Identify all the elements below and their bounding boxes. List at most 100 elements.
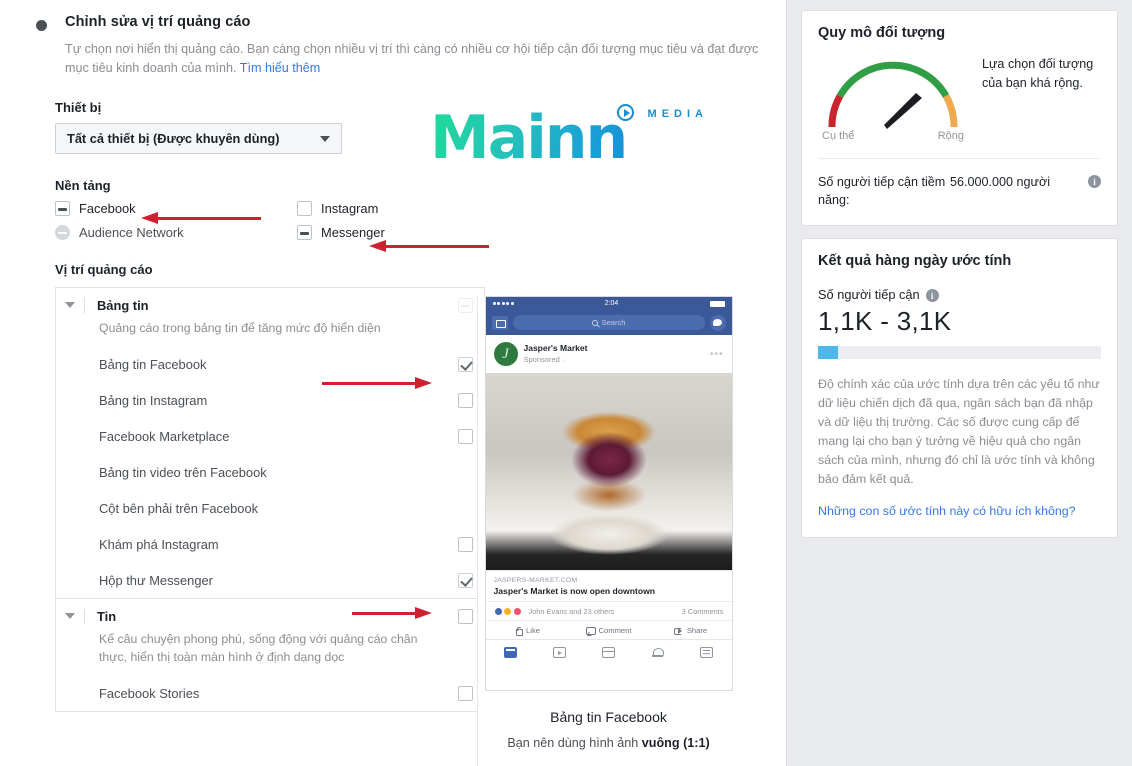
phone-nav-bar: Search: [485, 310, 732, 335]
estimates-feedback-link[interactable]: Những con số ước tính này có hữu ích khô…: [818, 502, 1101, 521]
divider: [84, 297, 85, 313]
device-select[interactable]: Tất cả thiết bị (Được khuyên dùng): [55, 123, 342, 154]
search-icon: [591, 319, 598, 326]
annotation-arrow-messenger: [369, 240, 489, 252]
hamburger-menu-icon: [700, 647, 714, 658]
placement-group-desc-feeds: Quảng cáo trong bảng tin để tăng mức độ …: [99, 321, 381, 335]
checkbox-facebook-feed[interactable]: [458, 356, 473, 372]
estimates-disclaimer: Độ chính xác của ước tính dựa trên các y…: [818, 377, 1100, 486]
caret-down-icon[interactable]: [65, 302, 75, 308]
avatar: [493, 342, 518, 366]
checkbox-group-stories[interactable]: [458, 608, 473, 624]
page-title: Chỉnh sửa vị trí quảng cáo: [65, 14, 251, 30]
like-reaction-icon: [493, 607, 503, 616]
like-button[interactable]: Like: [486, 626, 568, 636]
share-button[interactable]: Share: [650, 626, 732, 635]
comment-count[interactable]: 3 Comments: [682, 607, 724, 616]
placement-row-messenger-inbox[interactable]: Hộp thư Messenger: [56, 562, 484, 598]
checkbox-messenger[interactable]: [297, 225, 312, 240]
reach-metric-label: Số người tiếp cận: [818, 287, 920, 302]
platform-item-messenger[interactable]: Messenger: [297, 225, 764, 240]
tab-watch[interactable]: [535, 647, 584, 658]
search-input[interactable]: Search: [512, 315, 705, 330]
placement-row-marketplace[interactable]: Facebook Marketplace: [56, 418, 484, 454]
chevron-down-icon: [320, 135, 330, 142]
audience-note: Lựa chọn đối tượng của bạn khá rộng.: [982, 57, 1094, 90]
checkbox-facebook[interactable]: [55, 201, 70, 216]
placement-group-feeds: Bảng tin Quảng cáo trong bảng tin để tăn…: [55, 287, 485, 598]
tab-notifications[interactable]: [633, 647, 682, 659]
camera-icon[interactable]: [491, 315, 508, 330]
platform-label-messenger: Messenger: [321, 225, 385, 240]
info-icon[interactable]: i: [1088, 175, 1101, 188]
platform-checkbox-grid: Facebook Instagram Audience Network Mess…: [55, 201, 764, 240]
checkbox-instagram[interactable]: [297, 201, 312, 216]
haha-reaction-icon: [503, 607, 512, 616]
device-select-value: Tất cả thiết bị (Được khuyên dùng): [67, 131, 280, 146]
platform-item-instagram[interactable]: Instagram: [297, 201, 764, 216]
phone-tab-bar: [485, 639, 732, 665]
reactions-row: John Evans and 23 others 3 Comments: [485, 601, 732, 620]
section-header: Chỉnh sửa vị trí quảng cáo: [22, 14, 764, 31]
potential-reach-value: 56.000.000 người: [950, 175, 1051, 189]
daily-results-title: Kết quả hàng ngày ước tính: [818, 253, 1012, 269]
edit-placements-radio[interactable]: [36, 20, 47, 31]
reach-metric-label-row: Số người tiếp cận i: [818, 287, 1101, 302]
checkbox-instagram-explore[interactable]: [458, 536, 473, 552]
post-sponsored-label: Sponsored ·: [523, 355, 565, 364]
placement-row-right-column[interactable]: Cột bên phải trên Facebook: [56, 490, 484, 526]
battery-icon: [709, 300, 725, 307]
placement-group-title-feeds: Bảng tin: [97, 297, 149, 313]
checkbox-group-feeds[interactable]: [458, 297, 473, 313]
placement-group-stories: Tin Kể câu chuyện phong phú, sống động v…: [55, 598, 485, 712]
reach-meter-fill: [818, 346, 838, 359]
placement-list: Bảng tin Quảng cáo trong bảng tin để tăn…: [55, 287, 485, 712]
post-page-name: Jasper's Market: [523, 343, 588, 353]
tab-menu[interactable]: [682, 647, 731, 658]
placement-group-header-feeds[interactable]: Bảng tin: [56, 288, 484, 322]
link-preview-card[interactable]: JASPERS-MARKET.COM Jasper's Market is no…: [485, 570, 732, 601]
placement-row-instagram-explore[interactable]: Khám phá Instagram: [56, 526, 484, 562]
platform-item-audience-network[interactable]: Audience Network: [55, 225, 297, 240]
more-options-icon[interactable]: •••: [710, 349, 724, 360]
screenshot-root: Chỉnh sửa vị trí quảng cáo Tự chọn nơi h…: [0, 0, 1132, 766]
placement-row-facebook-stories[interactable]: Facebook Stories: [56, 675, 484, 711]
reaction-names[interactable]: John Evans and 23 others: [529, 607, 615, 616]
tab-news-feed[interactable]: [486, 647, 535, 658]
placement-label-instagram-explore: Khám phá Instagram: [99, 536, 219, 552]
placement-label-instagram-feed: Bảng tin Instagram: [99, 392, 208, 408]
marketplace-icon: [602, 647, 615, 658]
placement-group-header-stories[interactable]: Tin: [56, 599, 484, 633]
post-identity: Jasper's Market Sponsored ·: [524, 343, 588, 365]
placement-row-video-feed[interactable]: Bảng tin video trên Facebook: [56, 454, 484, 490]
placement-row-instagram-feed[interactable]: Bảng tin Instagram: [56, 382, 484, 418]
checkbox-messenger-inbox[interactable]: [458, 572, 473, 588]
reach-meter: [818, 346, 1101, 359]
tab-marketplace[interactable]: [584, 647, 633, 658]
caret-down-icon[interactable]: [65, 613, 75, 619]
placement-group-desc-stories: Kể câu chuyện phong phú, sống động với q…: [99, 632, 418, 664]
phone-status-bar: 2:04: [485, 297, 732, 310]
placement-group-title-stories: Tin: [97, 608, 117, 624]
info-icon[interactable]: i: [925, 289, 939, 302]
placement-row-facebook-feed[interactable]: Bảng tin Facebook: [56, 346, 484, 382]
reach-metric-value: 1,1K - 3,1K: [818, 306, 952, 336]
daily-results-card: Kết quả hàng ngày ước tính Số người tiếp…: [801, 238, 1118, 538]
love-reaction-icon: [512, 607, 522, 616]
learn-more-link[interactable]: Tìm hiểu thêm: [240, 61, 321, 75]
messenger-icon[interactable]: [709, 314, 726, 331]
like-label: Like: [526, 626, 540, 635]
comment-button[interactable]: Comment: [568, 626, 650, 635]
placement-label-marketplace: Facebook Marketplace: [99, 428, 230, 444]
share-arrow-icon: [673, 626, 683, 635]
checkbox-marketplace[interactable]: [458, 428, 473, 444]
checkbox-facebook-stories[interactable]: [458, 685, 473, 701]
post-actions: Like Comment Share: [485, 620, 732, 639]
divider: [84, 608, 85, 624]
preview-recommendation: Bạn nên dùng hình ảnh vuông (1:1): [478, 736, 739, 750]
platform-item-facebook[interactable]: Facebook: [55, 201, 297, 216]
checkbox-instagram-feed[interactable]: [458, 392, 473, 408]
platform-label: Nền tảng: [55, 178, 111, 193]
potential-reach-label: Số người tiếp cận tiềm năng:: [818, 175, 946, 207]
section-description-text: Tự chọn nơi hiển thị quảng cáo. Bạn càng…: [65, 42, 759, 75]
